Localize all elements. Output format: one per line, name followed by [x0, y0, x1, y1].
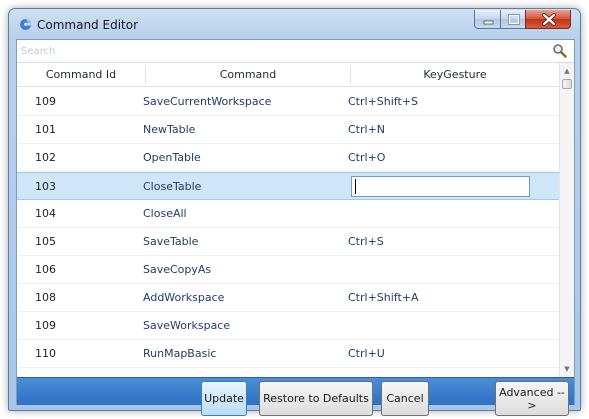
text-caret [355, 179, 356, 194]
cell-keygesture[interactable]: Ctrl+Shift+A [348, 291, 419, 304]
cell-command: RunMapBasic [143, 347, 217, 360]
close-button[interactable] [525, 10, 571, 29]
cell-keygesture[interactable]: Ctrl+Shift+S [348, 95, 418, 108]
cell-keygesture[interactable]: Ctrl+U [348, 347, 385, 360]
table-row[interactable]: 108 AddWorkspace Ctrl+Shift+A [17, 284, 559, 312]
title-bar[interactable]: Command Editor [9, 9, 580, 39]
advanced-button[interactable]: Advanced --> [495, 381, 569, 416]
search-bar [17, 40, 574, 63]
cell-command-id: 105 [35, 235, 56, 248]
minimize-icon [483, 20, 494, 25]
editor-panel: Command Id Command KeyGesture 109 SaveCu… [16, 39, 575, 416]
vertical-scrollbar[interactable]: ▲ ▼ [559, 63, 574, 377]
cell-command: SaveCopyAs [143, 263, 212, 276]
column-header-command-id[interactable]: Command Id [17, 68, 145, 81]
maximize-icon [508, 14, 520, 25]
cell-keygesture[interactable]: Ctrl+S [348, 235, 384, 248]
cell-command: SaveCurrentWorkspace [143, 95, 272, 108]
table-row[interactable]: 104 CloseAll [17, 200, 559, 228]
column-header-keygesture[interactable]: KeyGesture [351, 68, 559, 81]
maximize-button[interactable] [500, 10, 526, 29]
table-row[interactable]: 105 SaveTable Ctrl+S [17, 228, 559, 256]
search-input[interactable] [21, 43, 541, 60]
cell-command-id: 101 [35, 123, 56, 136]
cell-command: NewTable [143, 123, 196, 136]
table-row[interactable]: 101 NewTable Ctrl+N [17, 116, 559, 144]
column-header-command[interactable]: Command [146, 68, 350, 81]
table-row[interactable]: 102 OpenTable Ctrl+O [17, 144, 559, 172]
search-icon[interactable] [552, 43, 568, 59]
cell-keygesture[interactable]: Ctrl+N [348, 123, 385, 136]
table-row[interactable]: 110 RunMapBasic Ctrl+U [17, 340, 559, 368]
cell-command: OpenTable [143, 151, 201, 164]
cell-command-id: 103 [35, 180, 56, 193]
cell-command-id: 102 [35, 151, 56, 164]
table-row[interactable]: 109 SaveWorkspace [17, 312, 559, 340]
command-editor-window: Command Editor Command Id Com [8, 8, 581, 416]
restore-defaults-button[interactable]: Restore to Defaults [259, 381, 373, 416]
table-row[interactable]: 106 SaveCopyAs [17, 256, 559, 284]
app-icon [20, 18, 31, 30]
cell-command: CloseAll [143, 207, 187, 220]
cancel-button[interactable]: Cancel [381, 381, 429, 416]
window-title: Command Editor [37, 18, 139, 32]
keygesture-edit-field[interactable] [351, 176, 530, 197]
cell-command-id: 106 [35, 263, 56, 276]
scroll-up-arrow-icon[interactable]: ▲ [560, 64, 574, 78]
update-button[interactable]: Update [201, 381, 247, 416]
minimize-button[interactable] [474, 10, 501, 29]
cell-keygesture[interactable]: Ctrl+O [348, 151, 385, 164]
command-grid: Command Id Command KeyGesture 109 SaveCu… [17, 63, 559, 377]
cell-command: SaveWorkspace [143, 319, 231, 332]
scrollbar-thumb[interactable] [562, 79, 572, 89]
grid-header: Command Id Command KeyGesture [17, 63, 559, 87]
button-bar: Update Restore to Defaults Cancel Advanc… [17, 377, 574, 416]
scroll-down-arrow-icon[interactable]: ▼ [560, 362, 574, 376]
cell-command-id: 108 [35, 291, 56, 304]
cell-command-id: 104 [35, 207, 56, 220]
cell-command: CloseTable [143, 180, 202, 193]
table-row-selected[interactable]: 103 CloseTable [17, 172, 559, 200]
cell-command-id: 109 [35, 95, 56, 108]
cell-command: AddWorkspace [143, 291, 225, 304]
close-icon [542, 13, 556, 26]
cell-command-id: 110 [35, 347, 56, 360]
table-row[interactable]: 109 SaveCurrentWorkspace Ctrl+Shift+S [17, 88, 559, 116]
cell-command: SaveTable [143, 235, 199, 248]
cell-command-id: 109 [35, 319, 56, 332]
